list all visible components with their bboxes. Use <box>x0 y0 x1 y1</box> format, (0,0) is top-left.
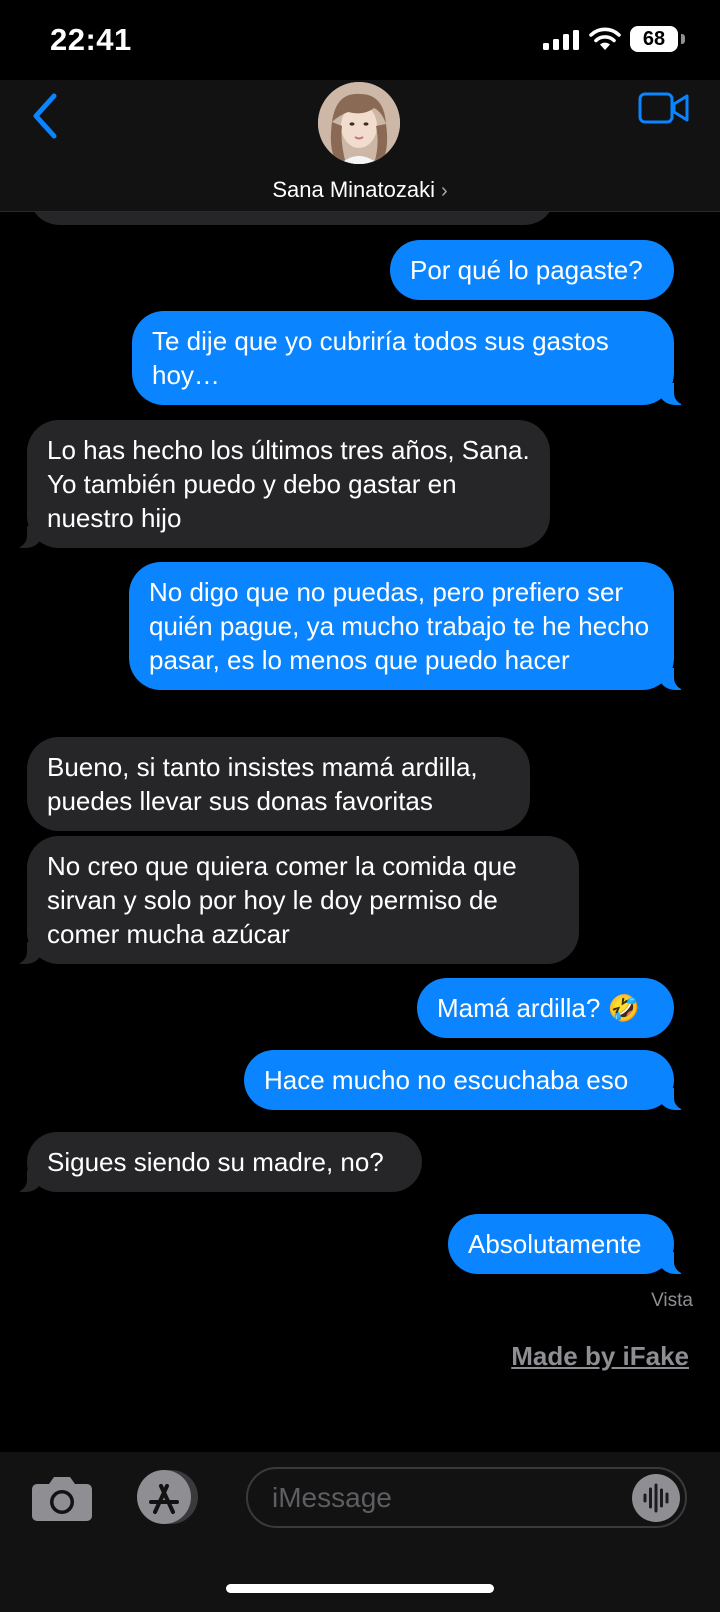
message-text: No creo que quiera comer la comida que s… <box>47 851 517 949</box>
message-list[interactable]: Por qué lo pagaste? Te dije que yo cubri… <box>0 212 720 1452</box>
contact-name-row[interactable]: Sana Minatozaki › <box>0 177 720 203</box>
audio-message-button[interactable] <box>632 1474 680 1522</box>
camera-icon[interactable] <box>31 1474 93 1522</box>
message-text: Por qué lo pagaste? <box>410 255 643 285</box>
read-receipt: Vista <box>651 1290 693 1311</box>
wifi-icon <box>589 27 621 50</box>
video-call-icon[interactable] <box>638 90 690 126</box>
avatar-photo-icon <box>318 82 400 164</box>
message-text: Sigues siendo su madre, no? <box>47 1147 384 1177</box>
home-indicator[interactable] <box>226 1584 494 1593</box>
battery-icon <box>681 34 685 44</box>
app-store-icon[interactable] <box>135 1468 207 1526</box>
message-text: No digo que no puedas, pero prefiero ser… <box>149 577 650 675</box>
message-input-placeholder: iMessage <box>272 1482 392 1513</box>
message-bubble-outgoing[interactable]: Mamá ardilla? 🤣 <box>417 978 674 1038</box>
message-bubble-partial <box>29 212 555 225</box>
message-text: Lo has hecho los últimos tres años, Sana… <box>47 435 530 533</box>
message-text: Bueno, si tanto insistes mamá ardilla, p… <box>47 752 478 816</box>
message-bubble-outgoing[interactable]: Te dije que yo cubriría todos sus gastos… <box>132 311 692 405</box>
message-bubble-incoming[interactable]: Sigues siendo su madre, no? <box>9 1132 422 1192</box>
contact-avatar[interactable] <box>318 82 400 164</box>
message-bubble-incoming[interactable]: No creo que quiera comer la comida que s… <box>9 836 579 964</box>
message-text: Hace mucho no escuchaba eso <box>264 1065 629 1095</box>
conversation-header: Sana Minatozaki › <box>0 80 720 212</box>
clock: 22:41 <box>50 22 132 57</box>
contact-name: Sana Minatozaki <box>272 177 435 202</box>
message-bubble-incoming[interactable]: Bueno, si tanto insistes mamá ardilla, p… <box>27 737 530 831</box>
battery-level: 68 <box>630 26 678 52</box>
message-text: Absolutamente <box>468 1229 642 1259</box>
message-text: Mamá ardilla? 🤣 <box>437 993 640 1023</box>
waveform-icon <box>643 1483 669 1513</box>
back-chevron-icon[interactable] <box>28 90 64 142</box>
status-bar: 22:41 68 <box>0 0 720 80</box>
message-bubble-outgoing[interactable]: Absolutamente <box>448 1214 692 1274</box>
message-bubble-incoming[interactable]: Lo has hecho los últimos tres años, Sana… <box>9 420 550 548</box>
message-text: Te dije que yo cubriría todos sus gastos… <box>152 326 609 390</box>
message-input[interactable]: iMessage <box>246 1467 687 1528</box>
message-bubble-outgoing[interactable]: No digo que no puedas, pero prefiero ser… <box>129 562 692 690</box>
message-bubble-outgoing[interactable]: Hace mucho no escuchaba eso <box>244 1050 692 1110</box>
watermark-link[interactable]: Made by iFake <box>511 1341 689 1372</box>
message-bubble-outgoing[interactable]: Por qué lo pagaste? <box>390 240 674 300</box>
chevron-right-icon: › <box>440 180 448 202</box>
cellular-signal-icon <box>543 30 579 50</box>
